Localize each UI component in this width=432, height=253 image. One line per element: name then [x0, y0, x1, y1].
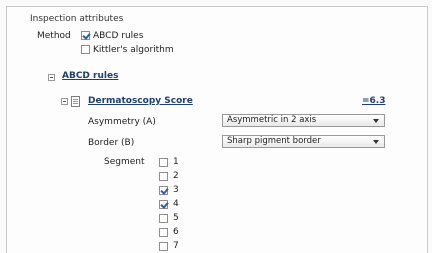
asymmetry-select[interactable]: Asymmetric in 2 axis	[222, 114, 385, 127]
document-icon	[71, 96, 80, 107]
collapse-dermatoscopy-score-icon[interactable]	[61, 98, 68, 105]
asymmetry-select-value: Asymmetric in 2 axis	[227, 115, 317, 125]
border-select-value: Sharp pigment border	[227, 136, 321, 146]
segment-3-checkbox[interactable]	[159, 186, 168, 195]
segment-5-label: 5	[173, 213, 179, 223]
chevron-down-icon	[373, 140, 379, 144]
segment-1-label: 1	[173, 157, 179, 167]
border-label: Border (B)	[88, 138, 135, 148]
segment-6-label: 6	[173, 227, 179, 237]
segment-2-label: 2	[173, 171, 179, 181]
kittler-algorithm-checkbox[interactable]	[81, 45, 90, 54]
segment-1-checkbox[interactable]	[159, 158, 168, 167]
abcd-rules-checkbox[interactable]	[81, 31, 90, 40]
inspection-panel	[6, 6, 428, 253]
segment-5-checkbox[interactable]	[159, 214, 168, 223]
segment-2-checkbox[interactable]	[159, 172, 168, 181]
border-select[interactable]: Sharp pigment border	[222, 135, 385, 148]
dermatoscopy-score-value: =6.3	[362, 96, 386, 106]
section-title: Inspection attributes	[30, 14, 124, 24]
segment-4-label: 4	[173, 199, 179, 209]
asymmetry-label: Asymmetry (A)	[88, 117, 156, 127]
segment-6-checkbox[interactable]	[159, 228, 168, 237]
chevron-down-icon	[373, 119, 379, 123]
segment-4-checkbox[interactable]	[159, 200, 168, 209]
kittler-algorithm-option-label[interactable]: Kittler's algorithm	[93, 45, 174, 55]
dermatoscopy-score-label[interactable]: Dermatoscopy Score	[88, 96, 193, 106]
abcd-rules-group-label[interactable]: ABCD rules	[62, 71, 118, 81]
segment-3-label: 3	[173, 185, 179, 195]
segment-7-checkbox[interactable]	[159, 242, 168, 251]
abcd-rules-option-label[interactable]: ABCD rules	[93, 31, 143, 41]
segment-label: Segment	[104, 157, 145, 167]
method-label: Method	[37, 31, 71, 41]
segment-7-label: 7	[173, 241, 179, 251]
collapse-abcd-rules-icon[interactable]	[48, 74, 55, 81]
